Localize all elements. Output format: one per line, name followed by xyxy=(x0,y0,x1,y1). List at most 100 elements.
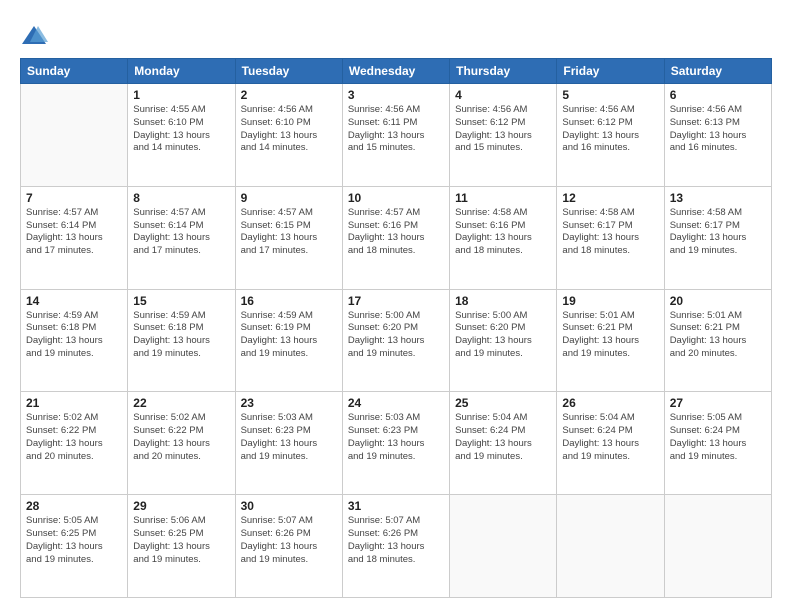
day-number: 14 xyxy=(26,294,122,308)
logo-icon xyxy=(20,22,48,50)
header xyxy=(20,18,772,50)
day-info: Sunrise: 4:58 AM Sunset: 6:17 PM Dayligh… xyxy=(562,207,658,258)
day-number: 29 xyxy=(133,499,229,513)
calendar-cell: 19Sunrise: 5:01 AM Sunset: 6:21 PM Dayli… xyxy=(557,289,664,392)
day-number: 7 xyxy=(26,191,122,205)
day-number: 1 xyxy=(133,88,229,102)
day-number: 18 xyxy=(455,294,551,308)
day-number: 3 xyxy=(348,88,444,102)
calendar-cell: 22 Sunrise: 5:02 AM Sunset: 6:22 PM Dayli… xyxy=(128,392,235,495)
calendar-header-thursday: Thursday xyxy=(450,59,557,84)
day-info: Sunrise: 4:56 AM Sunset: 6:13 PM Dayligh… xyxy=(670,104,766,155)
day-number: 26 xyxy=(562,396,658,410)
calendar-cell xyxy=(21,84,128,187)
day-info: Sunrise: 5:02 AM Sunset: 6:22 PM Dayligh… xyxy=(26,412,122,463)
calendar-cell: 26 Sunrise: 5:04 AM Sunset: 6:24 PM Dayli… xyxy=(557,392,664,495)
day-number: 11 xyxy=(455,191,551,205)
calendar-cell: 13Sunrise: 4:58 AM Sunset: 6:17 PM Dayli… xyxy=(664,186,771,289)
day-number: 28 xyxy=(26,499,122,513)
day-info: Sunrise: 4:56 AM Sunset: 6:12 PM Dayligh… xyxy=(562,104,658,155)
calendar-cell: 16Sunrise: 4:59 AM Sunset: 6:19 PM Dayli… xyxy=(235,289,342,392)
day-info: Sunrise: 4:57 AM Sunset: 6:14 PM Dayligh… xyxy=(133,207,229,258)
day-info: Sunrise: 4:56 AM Sunset: 6:10 PM Dayligh… xyxy=(241,104,337,155)
day-info: Sunrise: 4:59 AM Sunset: 6:19 PM Dayligh… xyxy=(241,310,337,361)
calendar-cell: 20Sunrise: 5:01 AM Sunset: 6:21 PM Dayli… xyxy=(664,289,771,392)
calendar-cell: 6 Sunrise: 4:56 AM Sunset: 6:13 PM Daylig… xyxy=(664,84,771,187)
calendar-header-saturday: Saturday xyxy=(664,59,771,84)
logo xyxy=(20,22,52,50)
day-info: Sunrise: 5:00 AM Sunset: 6:20 PM Dayligh… xyxy=(455,310,551,361)
calendar-cell: 15 Sunrise: 4:59 AM Sunset: 6:18 PM Dayli… xyxy=(128,289,235,392)
calendar-header-row: SundayMondayTuesdayWednesdayThursdayFrid… xyxy=(21,59,772,84)
page: SundayMondayTuesdayWednesdayThursdayFrid… xyxy=(0,0,792,612)
day-info: Sunrise: 4:57 AM Sunset: 6:16 PM Dayligh… xyxy=(348,207,444,258)
calendar-cell: 7Sunrise: 4:57 AM Sunset: 6:14 PM Daylig… xyxy=(21,186,128,289)
calendar-week-5: 28 Sunrise: 5:05 AM Sunset: 6:25 PM Dayli… xyxy=(21,495,772,598)
day-number: 6 xyxy=(670,88,766,102)
calendar-cell: 4 Sunrise: 4:56 AM Sunset: 6:12 PM Daylig… xyxy=(450,84,557,187)
calendar-cell xyxy=(450,495,557,598)
day-info: Sunrise: 5:05 AM Sunset: 6:24 PM Dayligh… xyxy=(670,412,766,463)
day-info: Sunrise: 4:56 AM Sunset: 6:11 PM Dayligh… xyxy=(348,104,444,155)
day-number: 10 xyxy=(348,191,444,205)
calendar-cell: 23 Sunrise: 5:03 AM Sunset: 6:23 PM Dayli… xyxy=(235,392,342,495)
day-number: 15 xyxy=(133,294,229,308)
day-info: Sunrise: 5:04 AM Sunset: 6:24 PM Dayligh… xyxy=(562,412,658,463)
day-number: 25 xyxy=(455,396,551,410)
day-number: 31 xyxy=(348,499,444,513)
calendar-week-4: 21 Sunrise: 5:02 AM Sunset: 6:22 PM Dayli… xyxy=(21,392,772,495)
day-number: 2 xyxy=(241,88,337,102)
calendar-header-tuesday: Tuesday xyxy=(235,59,342,84)
calendar-week-2: 7 Sunrise: 4:57 AM Sunset: 6:14 PM Daylig… xyxy=(21,186,772,289)
calendar-week-1: 1 Sunrise: 4:55 AM Sunset: 6:10 PM Daylig… xyxy=(21,84,772,187)
day-info: Sunrise: 5:05 AM Sunset: 6:25 PM Dayligh… xyxy=(26,515,122,566)
day-number: 21 xyxy=(26,396,122,410)
calendar-cell: 29 Sunrise: 5:06 AM Sunset: 6:25 PM Dayli… xyxy=(128,495,235,598)
day-number: 20 xyxy=(670,294,766,308)
calendar-cell: 31Sunrise: 5:07 AM Sunset: 6:26 PM Dayli… xyxy=(342,495,449,598)
calendar-header-friday: Friday xyxy=(557,59,664,84)
calendar-cell: 17 Sunrise: 5:00 AM Sunset: 6:20 PM Dayli… xyxy=(342,289,449,392)
day-number: 23 xyxy=(241,396,337,410)
calendar-cell: 8 Sunrise: 4:57 AM Sunset: 6:14 PM Daylig… xyxy=(128,186,235,289)
day-number: 22 xyxy=(133,396,229,410)
day-number: 30 xyxy=(241,499,337,513)
calendar-header-wednesday: Wednesday xyxy=(342,59,449,84)
day-number: 24 xyxy=(348,396,444,410)
calendar-cell: 21 Sunrise: 5:02 AM Sunset: 6:22 PM Dayli… xyxy=(21,392,128,495)
day-info: Sunrise: 5:02 AM Sunset: 6:22 PM Dayligh… xyxy=(133,412,229,463)
day-number: 12 xyxy=(562,191,658,205)
day-info: Sunrise: 5:03 AM Sunset: 6:23 PM Dayligh… xyxy=(348,412,444,463)
day-info: Sunrise: 5:06 AM Sunset: 6:25 PM Dayligh… xyxy=(133,515,229,566)
day-number: 27 xyxy=(670,396,766,410)
calendar-header-monday: Monday xyxy=(128,59,235,84)
calendar-cell: 11 Sunrise: 4:58 AM Sunset: 6:16 PM Dayli… xyxy=(450,186,557,289)
calendar-cell xyxy=(557,495,664,598)
day-number: 13 xyxy=(670,191,766,205)
calendar-cell: 3 Sunrise: 4:56 AM Sunset: 6:11 PM Daylig… xyxy=(342,84,449,187)
day-info: Sunrise: 4:56 AM Sunset: 6:12 PM Dayligh… xyxy=(455,104,551,155)
calendar-cell: 27 Sunrise: 5:05 AM Sunset: 6:24 PM Dayli… xyxy=(664,392,771,495)
calendar-cell: 1 Sunrise: 4:55 AM Sunset: 6:10 PM Daylig… xyxy=(128,84,235,187)
day-number: 17 xyxy=(348,294,444,308)
day-info: Sunrise: 5:04 AM Sunset: 6:24 PM Dayligh… xyxy=(455,412,551,463)
calendar-cell: 25 Sunrise: 5:04 AM Sunset: 6:24 PM Dayli… xyxy=(450,392,557,495)
calendar-cell: 2 Sunrise: 4:56 AM Sunset: 6:10 PM Daylig… xyxy=(235,84,342,187)
day-number: 8 xyxy=(133,191,229,205)
day-info: Sunrise: 5:00 AM Sunset: 6:20 PM Dayligh… xyxy=(348,310,444,361)
day-info: Sunrise: 5:07 AM Sunset: 6:26 PM Dayligh… xyxy=(241,515,337,566)
calendar-cell: 9 Sunrise: 4:57 AM Sunset: 6:15 PM Daylig… xyxy=(235,186,342,289)
day-info: Sunrise: 4:59 AM Sunset: 6:18 PM Dayligh… xyxy=(133,310,229,361)
day-info: Sunrise: 4:58 AM Sunset: 6:16 PM Dayligh… xyxy=(455,207,551,258)
day-info: Sunrise: 4:55 AM Sunset: 6:10 PM Dayligh… xyxy=(133,104,229,155)
day-number: 19 xyxy=(562,294,658,308)
day-info: Sunrise: 4:57 AM Sunset: 6:15 PM Dayligh… xyxy=(241,207,337,258)
calendar-table: SundayMondayTuesdayWednesdayThursdayFrid… xyxy=(20,58,772,598)
calendar-week-3: 14 Sunrise: 4:59 AM Sunset: 6:18 PM Dayli… xyxy=(21,289,772,392)
calendar-cell: 28 Sunrise: 5:05 AM Sunset: 6:25 PM Dayli… xyxy=(21,495,128,598)
calendar-cell: 10 Sunrise: 4:57 AM Sunset: 6:16 PM Dayli… xyxy=(342,186,449,289)
day-number: 9 xyxy=(241,191,337,205)
day-number: 4 xyxy=(455,88,551,102)
day-info: Sunrise: 5:03 AM Sunset: 6:23 PM Dayligh… xyxy=(241,412,337,463)
calendar-cell: 24 Sunrise: 5:03 AM Sunset: 6:23 PM Dayli… xyxy=(342,392,449,495)
